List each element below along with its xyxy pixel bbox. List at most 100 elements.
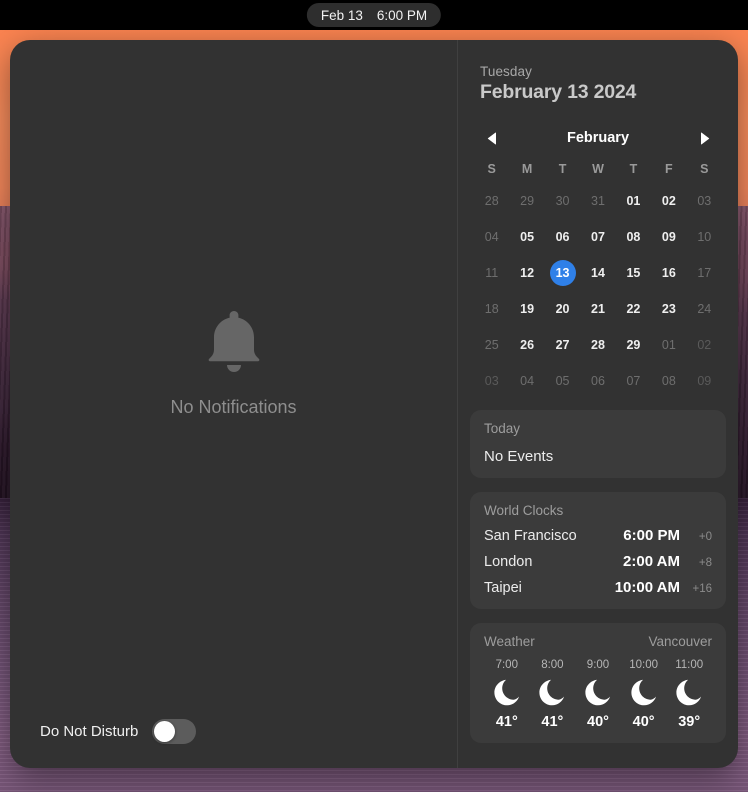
calendar-day-08[interactable]: 08 — [651, 366, 686, 396]
calendar-day-label: 09 — [661, 230, 676, 244]
calendar-day-05[interactable]: 05 — [509, 222, 544, 252]
calendar-day-09[interactable]: 09 — [651, 222, 686, 252]
calendar-day-06[interactable]: 06 — [580, 366, 615, 396]
calendar-day-22[interactable]: 22 — [616, 294, 651, 324]
calendar-dow-2: T — [558, 162, 567, 176]
world-clocks-title: World Clocks — [484, 503, 564, 518]
weather-city-label: Vancouver — [648, 634, 712, 649]
world-clock-row: London 2:00 AM +8 — [484, 553, 712, 570]
calendar-day-28[interactable]: 28 — [580, 330, 615, 360]
chevron-left-icon[interactable] — [482, 129, 500, 147]
world-clock-city: San Francisco — [484, 528, 577, 544]
calendar-day-21[interactable]: 21 — [580, 294, 615, 324]
calendar-day-label: 08 — [661, 374, 676, 388]
calendar-day-02[interactable]: 02 — [687, 330, 722, 360]
calendar-day-30[interactable]: 30 — [545, 186, 580, 216]
events-card: Today No Events — [470, 410, 726, 478]
weather-hour-temp: 39° — [678, 714, 701, 730]
calendar-day-label: 29 — [626, 338, 641, 352]
calendar-day-label: 13 — [549, 260, 576, 286]
crescent-moon-icon — [629, 677, 659, 708]
world-clock-city: Taipei — [484, 580, 522, 596]
calendar-day-19[interactable]: 19 — [509, 294, 544, 324]
calendar-dow-1: M — [521, 162, 533, 176]
menubar-clock[interactable]: Feb 13 6:00 PM — [306, 3, 442, 27]
calendar-day-20[interactable]: 20 — [545, 294, 580, 324]
weather-hour-column: 7:00 41° — [484, 659, 530, 730]
calendar-day-07[interactable]: 07 — [580, 222, 615, 252]
no-notifications-label: No Notifications — [170, 396, 297, 417]
calendar-day-label: 23 — [661, 302, 676, 316]
calendar-dow-6: S — [700, 162, 709, 176]
calendar-day-05[interactable]: 05 — [545, 366, 580, 396]
calendar-day-04[interactable]: 04 — [474, 222, 509, 252]
calendar-day-06[interactable]: 06 — [545, 222, 580, 252]
do-not-disturb-toggle[interactable] — [152, 719, 197, 744]
crescent-moon-icon — [674, 677, 704, 708]
menubar-clock-date: Feb 13 — [320, 7, 363, 23]
calendar-day-label: 03 — [484, 374, 499, 388]
weather-hour-column: 9:00 40° — [575, 659, 621, 730]
crescent-moon-icon — [537, 677, 567, 708]
calendar-day-31[interactable]: 31 — [580, 186, 615, 216]
calendar-day-07[interactable]: 07 — [616, 366, 651, 396]
calendar-day-09[interactable]: 09 — [687, 366, 722, 396]
calendar-day-29[interactable]: 29 — [616, 330, 651, 360]
calendar-day-10[interactable]: 10 — [687, 222, 722, 252]
calendar-day-17[interactable]: 17 — [687, 258, 722, 288]
calendar-day-16[interactable]: 16 — [651, 258, 686, 288]
calendar-day-label: 03 — [697, 194, 712, 208]
calendar-month-label: February — [566, 130, 630, 146]
calendar-day-24[interactable]: 24 — [687, 294, 722, 324]
weather-title: Weather — [484, 634, 535, 649]
calendar-day-23[interactable]: 23 — [651, 294, 686, 324]
weather-hour-column: 8:00 41° — [530, 659, 576, 730]
calendar-day-02[interactable]: 02 — [651, 186, 686, 216]
chevron-right-icon[interactable] — [696, 129, 714, 147]
weather-hour-column: 11:00 39° — [666, 659, 712, 730]
no-notifications-placeholder: No Notifications — [10, 40, 457, 726]
calendar-day-27[interactable]: 27 — [545, 330, 580, 360]
widgets-column: Tuesday February 13 2024 February SMTWTF… — [458, 40, 738, 768]
calendar-dow-0: S — [487, 162, 496, 176]
calendar-day-12[interactable]: 12 — [509, 258, 544, 288]
calendar-day-08[interactable]: 08 — [616, 222, 651, 252]
crescent-moon-icon — [492, 677, 522, 708]
weather-header: Weather Vancouver — [484, 634, 712, 649]
calendar-day-label: 29 — [520, 194, 535, 208]
calendar-widget: February S M T W T F S 28 29 30 31 01 02 03 04 05 06 07 0… — [470, 126, 726, 396]
calendar-day-26[interactable]: 26 — [509, 330, 544, 360]
calendar-day-25[interactable]: 25 — [474, 330, 509, 360]
calendar-day-label: 06 — [555, 230, 570, 244]
world-clock-time: 2:00 AM — [623, 553, 680, 570]
calendar-day-label: 02 — [661, 194, 676, 208]
calendar-day-15[interactable]: 15 — [616, 258, 651, 288]
calendar-day-14[interactable]: 14 — [580, 258, 615, 288]
calendar-day-01[interactable]: 01 — [616, 186, 651, 216]
calendar-day-11[interactable]: 11 — [474, 258, 509, 288]
weather-hour-temp: 41° — [541, 714, 564, 730]
weather-hour-temp: 40° — [587, 714, 609, 730]
calendar-day-03[interactable]: 03 — [687, 186, 722, 216]
weather-hour-column: 10:00 40° — [621, 659, 667, 730]
calendar-day-03[interactable]: 03 — [474, 366, 509, 396]
full-date-label: February 13 2024 — [480, 81, 637, 103]
bell-icon — [202, 307, 266, 381]
calendar-day-28[interactable]: 28 — [474, 186, 509, 216]
calendar-day-label: 14 — [591, 266, 605, 280]
notifications-column: No Notifications Do Not Disturb — [10, 40, 458, 768]
calendar-day-01[interactable]: 01 — [651, 330, 686, 360]
calendar-day-18[interactable]: 18 — [474, 294, 509, 324]
calendar-day-label: 24 — [697, 302, 712, 316]
calendar-day-label: 10 — [697, 230, 712, 244]
calendar-day-04[interactable]: 04 — [509, 366, 544, 396]
calendar-day-29[interactable]: 29 — [509, 186, 544, 216]
weekday-label: Tuesday — [480, 64, 532, 79]
calendar-day-label: 04 — [484, 230, 499, 244]
calendar-day-13[interactable]: 13 — [545, 258, 580, 288]
weather-hour-time: 10:00 — [629, 659, 658, 671]
world-clock-offset: +0 — [698, 531, 712, 543]
calendar-dow-5: F — [665, 162, 673, 176]
weather-hour-time: 9:00 — [586, 659, 610, 671]
calendar-day-label: 20 — [555, 302, 570, 316]
